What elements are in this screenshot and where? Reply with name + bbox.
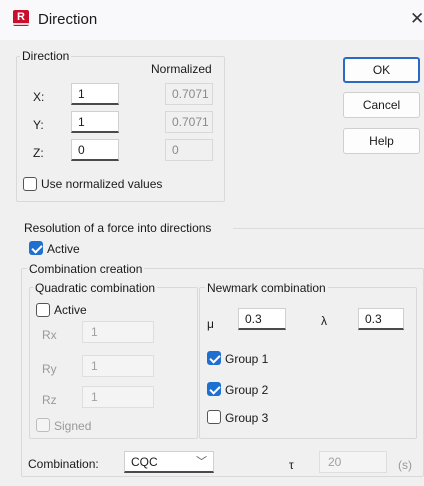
y-label: Y:: [33, 118, 44, 132]
combination-creation-legend: Combination creation: [27, 262, 145, 276]
rx-label: Rx: [42, 328, 57, 342]
group1-checkbox[interactable]: [207, 351, 221, 365]
x-label: X:: [33, 90, 45, 104]
tau-input[interactable]: 20: [319, 451, 387, 473]
ok-button[interactable]: OK: [343, 57, 420, 83]
z-normalized-value: 0: [165, 139, 213, 161]
mu-label: μ: [207, 317, 214, 331]
app-logo-icon: R: [13, 10, 29, 26]
use-normalized-label: Use normalized values: [41, 177, 163, 191]
resolution-active-checkbox[interactable]: [29, 241, 43, 255]
tau-label: τ: [289, 458, 294, 472]
help-button[interactable]: Help: [343, 128, 420, 154]
normalized-header: Normalized: [151, 62, 212, 76]
ry-label: Ry: [42, 362, 57, 376]
lambda-label: λ: [321, 314, 327, 328]
close-icon[interactable]: ✕: [410, 9, 424, 29]
quadratic-active-label: Active: [54, 303, 87, 317]
chevron-down-icon: ﹀: [196, 456, 207, 468]
window-title: Direction: [38, 11, 98, 28]
resolution-title: Resolution of a force into directions: [24, 221, 212, 235]
y-normalized-value: 0.7071: [165, 111, 213, 133]
title-bar: R Direction ✕: [0, 0, 424, 40]
quadratic-active-checkbox[interactable]: [36, 303, 50, 317]
cancel-button[interactable]: Cancel: [343, 92, 420, 118]
resolution-active-label: Active: [47, 242, 80, 256]
z-label: Z:: [33, 146, 44, 160]
mu-input[interactable]: 0.3: [238, 308, 286, 330]
signed-label: Signed: [54, 419, 92, 433]
rz-label: Rz: [42, 393, 57, 407]
lambda-input[interactable]: 0.3: [358, 308, 404, 330]
combination-label: Combination:: [28, 457, 99, 471]
resolution-divider: [233, 228, 424, 229]
ry-input[interactable]: 1: [82, 355, 154, 377]
signed-checkbox[interactable]: [36, 418, 50, 432]
combination-select[interactable]: CQC ﹀: [124, 451, 214, 473]
rz-input[interactable]: 1: [82, 386, 154, 408]
quadratic-legend: Quadratic combination: [33, 281, 158, 295]
newmark-legend: Newmark combination: [205, 281, 328, 295]
group2-checkbox[interactable]: [207, 382, 221, 396]
x-input[interactable]: 1: [71, 83, 119, 105]
tau-unit: (s): [398, 458, 412, 472]
x-normalized-value: 0.7071: [165, 83, 213, 105]
use-normalized-checkbox[interactable]: [23, 177, 37, 191]
rx-input[interactable]: 1: [82, 321, 154, 343]
group2-label: Group 2: [225, 383, 269, 397]
y-input[interactable]: 1: [71, 111, 119, 133]
group3-checkbox[interactable]: [207, 410, 221, 424]
z-input[interactable]: 0: [71, 139, 119, 161]
combination-selected-value: CQC: [131, 455, 158, 469]
group3-label: Group 3: [225, 411, 269, 425]
direction-legend: Direction: [20, 49, 72, 63]
group1-label: Group 1: [225, 352, 269, 366]
